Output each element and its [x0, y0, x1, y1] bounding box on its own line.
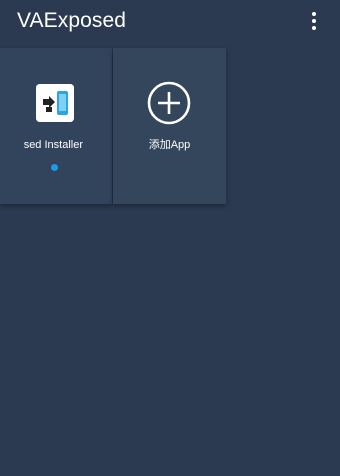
app-card-xposed-installer[interactable]: sed Installer: [0, 48, 112, 204]
add-app-button[interactable]: 添加App: [113, 48, 226, 204]
more-vert-icon[interactable]: [302, 8, 326, 34]
app-card-label: sed Installer: [23, 139, 83, 151]
app-bar: VAExposed: [0, 0, 340, 44]
running-status-dot: [51, 164, 58, 171]
overflow-dot: [312, 12, 316, 16]
app-title: VAExposed: [17, 9, 127, 32]
app-grid: sed Installer 添加App: [0, 48, 226, 204]
overflow-dot: [312, 26, 316, 30]
overflow-dot: [312, 19, 316, 23]
add-app-label: 添加App: [148, 139, 191, 151]
xposed-installer-icon: [36, 84, 74, 122]
add-circle-icon: [147, 81, 191, 125]
